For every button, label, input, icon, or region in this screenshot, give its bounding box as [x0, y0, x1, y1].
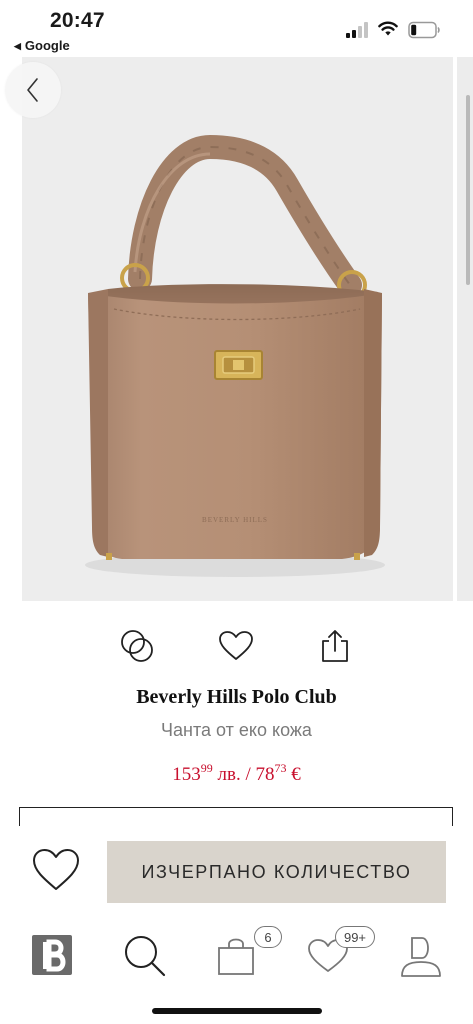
price-eur-fraction: 73	[274, 761, 287, 775]
cart-count-badge: 6	[254, 926, 282, 948]
chevron-left-icon	[27, 78, 38, 102]
product-brand[interactable]: Beverly Hills Polo Club	[0, 686, 473, 709]
bag-logo-text: BEVERLY HILLS	[202, 516, 268, 524]
price-bgn-currency: лв.	[212, 764, 241, 785]
size-select-box[interactable]	[19, 807, 453, 827]
wishlist-count-badge: 99+	[335, 926, 375, 948]
add-to-favorites-button[interactable]	[216, 626, 256, 666]
cellular-signal-icon	[346, 22, 370, 38]
battery-icon	[408, 21, 440, 39]
price-separator: /	[240, 764, 256, 785]
back-to-app-link[interactable]: ◀ Google	[14, 38, 70, 53]
home-indicator[interactable]	[152, 1008, 322, 1014]
wishlist-button[interactable]	[32, 848, 80, 896]
price-eur-currency: €	[286, 764, 301, 785]
user-icon	[401, 937, 441, 977]
price-bgn-whole: 153	[172, 764, 201, 785]
scroll-indicator	[466, 95, 470, 285]
back-button[interactable]	[5, 62, 61, 118]
tab-cart[interactable]	[217, 936, 257, 992]
product-image-gallery[interactable]: BEVERLY HILLS	[22, 57, 453, 601]
heart-icon	[33, 849, 79, 890]
search-icon	[125, 936, 166, 977]
wifi-icon	[378, 21, 398, 36]
heart-icon	[219, 631, 253, 660]
compare-button[interactable]	[117, 626, 157, 666]
product-price: 15399 лв. / 7873 €	[0, 761, 473, 786]
shopping-bag-icon	[218, 938, 254, 975]
back-app-label: Google	[24, 38, 70, 53]
share-button[interactable]	[315, 626, 355, 666]
share-icon	[322, 630, 348, 662]
compare-circles-icon	[121, 630, 153, 662]
product-image: BEVERLY HILLS	[85, 134, 385, 577]
price-eur-whole: 78	[255, 764, 275, 785]
status-bar: 20:47 ◀ Google	[0, 0, 473, 56]
next-image-peek[interactable]	[457, 57, 473, 601]
tab-account[interactable]	[400, 936, 442, 992]
back-triangle-icon: ◀	[14, 41, 21, 51]
brand-logo-icon	[32, 935, 72, 975]
tab-home[interactable]	[31, 934, 73, 990]
tab-search[interactable]	[123, 934, 167, 990]
out-of-stock-button[interactable]: ИЗЧЕРПАНО КОЛИЧЕСТВО	[107, 841, 446, 903]
price-bgn-fraction: 99	[200, 761, 213, 775]
product-name: Чанта от еко кожа	[161, 720, 312, 740]
status-time: 20:47	[50, 9, 105, 32]
